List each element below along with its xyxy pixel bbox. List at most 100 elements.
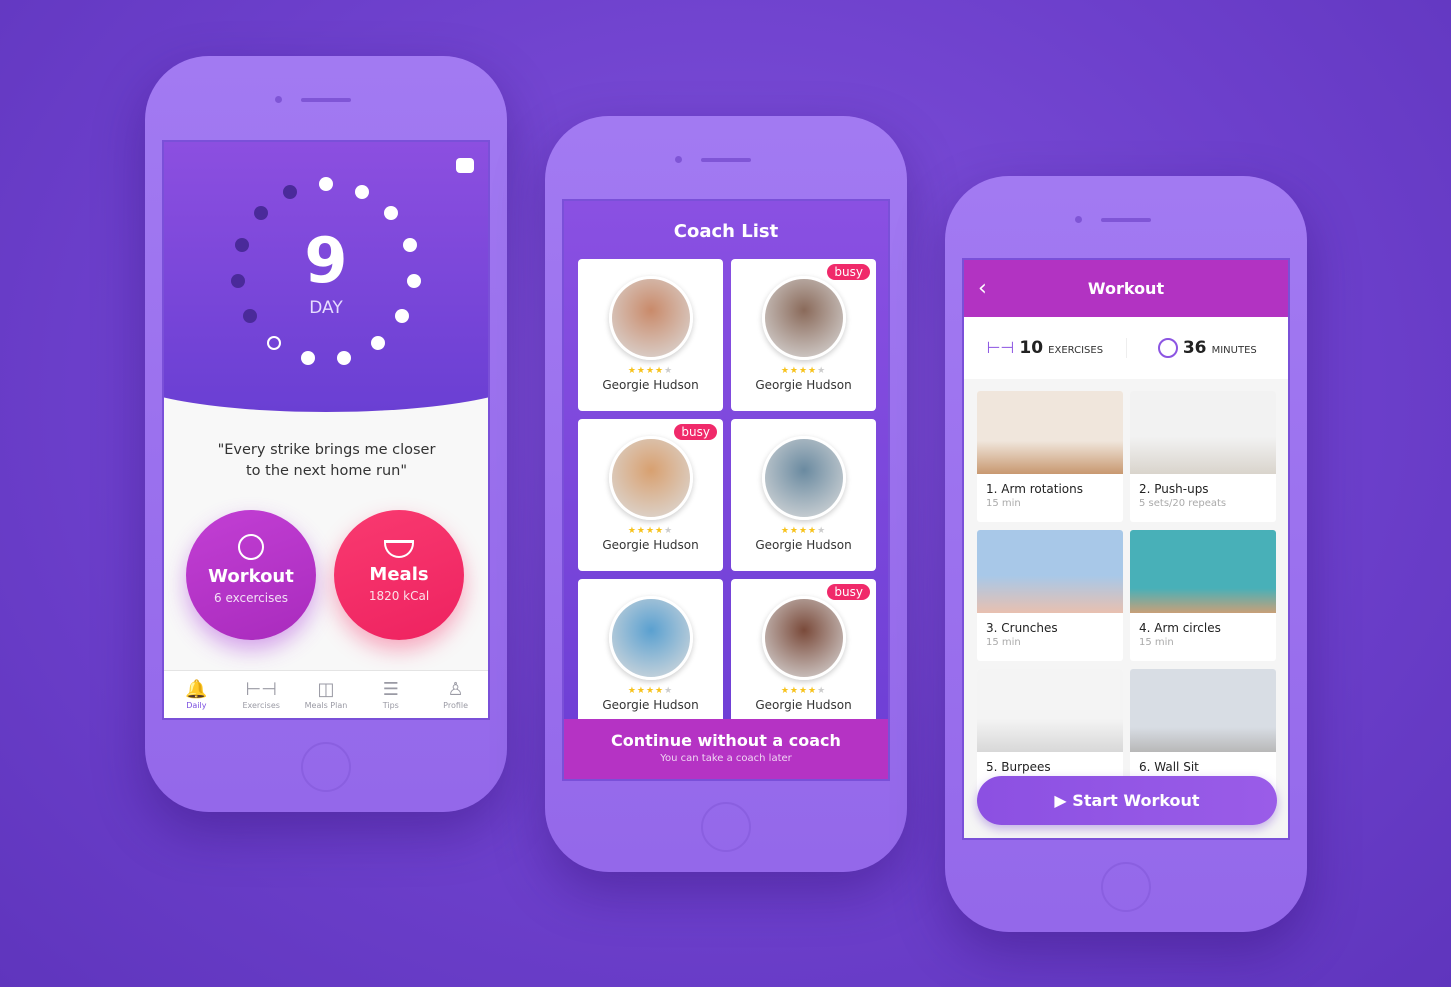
chat-icon[interactable] — [456, 158, 474, 173]
coach-name: Georgie Hudson — [755, 698, 852, 712]
exercise-name: 3. Crunches — [986, 621, 1058, 635]
meals-button[interactable]: Meals 1820 kCal — [334, 510, 464, 640]
rating-stars: ★★★★★ — [627, 686, 674, 696]
coach-avatar — [761, 596, 846, 680]
bell-icon: 🔔 — [185, 679, 208, 700]
minutes-stat: 36 MINUTES — [1127, 338, 1289, 359]
tab-daily[interactable]: 🔔 Daily — [164, 671, 229, 718]
start-label: Start Workout — [1072, 791, 1200, 810]
exercises-stat: ⊢⊣ 10 EXERCISES — [964, 338, 1127, 358]
camera — [275, 96, 282, 103]
coach-avatar — [608, 276, 693, 360]
exercise-name: 5. Burpees — [986, 760, 1051, 774]
exercise-meta: 15 min — [986, 637, 1021, 648]
progress-dot — [283, 184, 298, 199]
day-label: DAY — [309, 298, 343, 318]
tab-profile[interactable]: ♙ Profile — [423, 671, 488, 718]
progress-dot — [300, 351, 315, 366]
coach-avatar — [761, 276, 846, 360]
workout-subtitle: 6 excercises — [214, 591, 288, 605]
exercise-image — [1130, 391, 1276, 474]
progress-dot — [370, 336, 385, 351]
busy-badge: busy — [827, 584, 870, 600]
stats-row: ⊢⊣ 10 EXERCISES 36 MINUTES — [964, 317, 1288, 379]
phone-daily: 9 DAY "Every strike brings me closer to … — [145, 56, 507, 812]
exercise-name: 6. Wall Sit — [1139, 760, 1199, 774]
rating-stars: ★★★★★ — [627, 366, 674, 376]
workout-screen: ‹ Workout ⊢⊣ 10 EXERCISES 36 MINUTES 1. … — [962, 258, 1290, 840]
speaker — [701, 158, 751, 162]
stopwatch-icon — [238, 534, 264, 560]
progress-dot — [253, 206, 268, 221]
phone-workout: ‹ Workout ⊢⊣ 10 EXERCISES 36 MINUTES 1. … — [945, 176, 1307, 932]
exercise-name: 4. Arm circles — [1139, 621, 1221, 635]
clock-icon — [1157, 338, 1178, 359]
coach-name: Georgie Hudson — [755, 378, 852, 392]
exercise-card[interactable]: 2. Push-ups 5 sets/20 repeats — [1130, 391, 1276, 522]
play-icon: ▶ — [1054, 791, 1067, 810]
tab-label: Daily — [186, 701, 207, 710]
exercise-name: 2. Push-ups — [1139, 482, 1209, 496]
home-button — [701, 802, 751, 852]
coach-name: Georgie Hudson — [602, 538, 699, 552]
scale-icon: ◫ — [317, 679, 335, 700]
coach-avatar — [608, 596, 693, 680]
tab-bar: 🔔 Daily ⊢⊣ Exercises ◫ Meals Plan ☰ Tips ♙ Pr… — [164, 670, 488, 718]
coach-screen: Coach List ★★★★★ Georgie Hudson ★★★★★ Georg… — [562, 199, 890, 781]
minutes-label: MINUTES — [1211, 344, 1257, 356]
continue-without-coach-button[interactable]: Continue without a coach You can take a … — [564, 719, 888, 779]
progress-dot — [319, 177, 333, 191]
rating-stars: ★★★★★ — [780, 526, 827, 536]
tab-label: Exercises — [242, 701, 280, 710]
coach-card[interactable]: ★★★★★ Georgie Hudson — [731, 419, 876, 571]
coach-avatar — [761, 436, 846, 520]
home-button — [301, 742, 351, 792]
exercise-image — [977, 391, 1123, 474]
tab-label: Tips — [382, 701, 399, 710]
rating-stars: ★★★★★ — [780, 366, 827, 376]
workout-header: ‹ Workout — [964, 260, 1288, 317]
start-workout-button[interactable]: ▶ Start Workout — [977, 776, 1277, 825]
tab-tips[interactable]: ☰ Tips — [358, 671, 423, 718]
coach-name: Georgie Hudson — [602, 378, 699, 392]
phone-coach-list: Coach List ★★★★★ Georgie Hudson ★★★★★ Georg… — [545, 116, 907, 872]
meals-title: Meals — [369, 564, 429, 585]
speaker — [1101, 218, 1151, 222]
coach-card[interactable]: ★★★★★ Georgie Hudson busy — [578, 419, 723, 571]
coach-card[interactable]: ★★★★★ Georgie Hudson busy — [731, 259, 876, 411]
meals-subtitle: 1820 kCal — [368, 589, 430, 603]
tab-label: Meals Plan — [304, 701, 348, 710]
exercise-image — [1130, 530, 1276, 613]
exercise-name: 1. Arm rotations — [986, 482, 1084, 496]
tab-meals-plan[interactable]: ◫ Meals Plan — [294, 671, 359, 718]
exercise-card[interactable]: 3. Crunches 15 min — [977, 530, 1123, 661]
exercise-card[interactable]: 1. Arm rotations 15 min — [977, 391, 1123, 522]
daily-screen: 9 DAY "Every strike brings me closer to … — [162, 140, 490, 720]
back-icon[interactable]: ‹ — [978, 276, 987, 301]
exercise-image — [1130, 669, 1276, 752]
coach-avatar — [608, 436, 693, 520]
progress-dot — [354, 184, 369, 199]
exercise-image — [977, 530, 1123, 613]
workout-button[interactable]: Workout 6 excercises — [186, 510, 316, 640]
exercise-meta: 15 min — [986, 498, 1021, 509]
tab-exercises[interactable]: ⊢⊣ Exercises — [229, 671, 294, 718]
coach-card[interactable]: ★★★★★ Georgie Hudson — [578, 579, 723, 731]
exercise-meta: 15 min — [1139, 637, 1174, 648]
busy-badge: busy — [674, 424, 717, 440]
exercise-image — [977, 669, 1123, 752]
continue-sub: You can take a coach later — [660, 753, 792, 764]
day-number: 9 — [304, 224, 348, 297]
user-icon: ♙ — [447, 679, 464, 700]
exercise-card[interactable]: 4. Arm circles 15 min — [1130, 530, 1276, 661]
workout-title: Workout — [208, 566, 294, 587]
exercises-label: EXERCISES — [1048, 345, 1104, 356]
coach-name: Georgie Hudson — [602, 698, 699, 712]
page-title: Workout — [1087, 279, 1165, 298]
document-icon: ☰ — [382, 679, 399, 700]
tab-label: Profile — [443, 701, 469, 710]
page-title: Coach List — [673, 221, 779, 242]
dumbbell-icon: ⊢⊣ — [986, 338, 1015, 357]
coach-card[interactable]: ★★★★★ Georgie Hudson busy — [731, 579, 876, 731]
coach-card[interactable]: ★★★★★ Georgie Hudson — [578, 259, 723, 411]
